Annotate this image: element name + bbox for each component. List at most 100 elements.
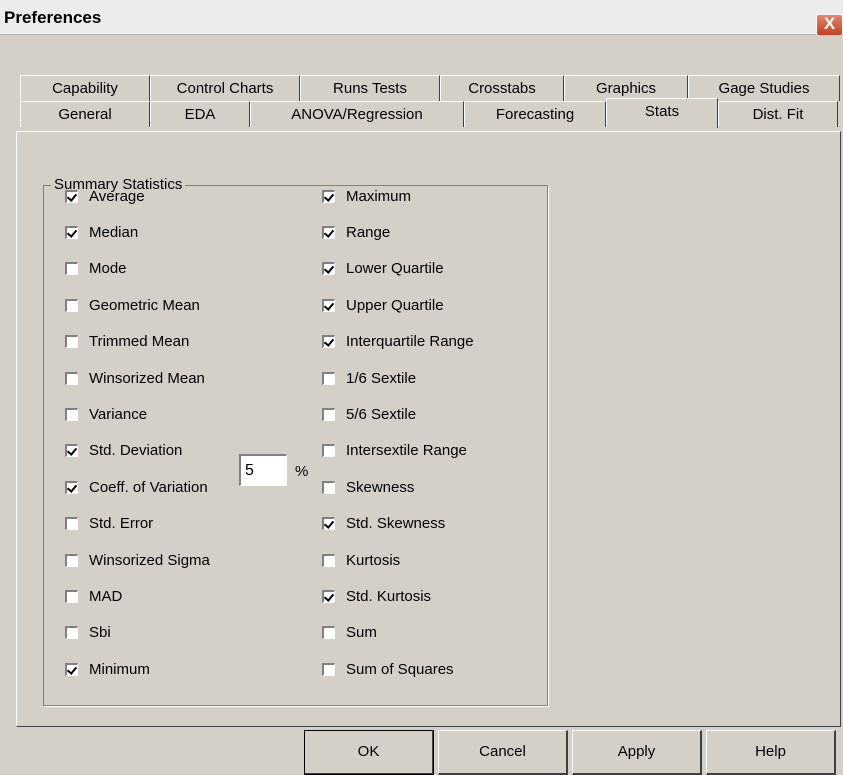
close-icon: X bbox=[823, 14, 836, 33]
checkbox-mad[interactable] bbox=[65, 589, 78, 603]
checkbox-row-winsorized-sigma[interactable]: Winsorized Sigma bbox=[65, 550, 210, 570]
checkbox-label: Average bbox=[89, 187, 145, 205]
ok-button[interactable]: OK bbox=[304, 730, 434, 775]
checkbox-variance[interactable] bbox=[65, 407, 78, 421]
checkbox-label: Variance bbox=[89, 405, 148, 423]
checkbox-row-range[interactable]: Range bbox=[322, 222, 390, 242]
checkbox-label: Skewness bbox=[346, 478, 415, 496]
tab-control-charts[interactable]: Control Charts bbox=[150, 75, 300, 101]
checkbox-range[interactable] bbox=[322, 225, 335, 239]
checkbox-row-median[interactable]: Median bbox=[65, 222, 138, 242]
tab-stats[interactable]: Stats bbox=[606, 98, 718, 128]
checkbox-row-sum-of-squares[interactable]: Sum of Squares bbox=[322, 659, 454, 679]
checkbox-row-upper-quartile[interactable]: Upper Quartile bbox=[322, 295, 444, 315]
window-title: Preferences bbox=[4, 8, 102, 27]
tab-anova-regression[interactable]: ANOVA/Regression bbox=[250, 101, 464, 127]
checkbox-label: Geometric Mean bbox=[89, 296, 200, 314]
close-button[interactable]: X bbox=[816, 14, 843, 36]
checkbox-row-winsorized-mean[interactable]: Winsorized Mean bbox=[65, 368, 205, 388]
trimmed-mean-percent-input[interactable] bbox=[239, 454, 287, 486]
checkbox-lower-quartile[interactable] bbox=[322, 262, 335, 276]
checkbox-trimmed-mean[interactable] bbox=[65, 335, 78, 349]
checkbox-mode[interactable] bbox=[65, 262, 78, 276]
checkbox-1-6-sextile[interactable] bbox=[322, 371, 335, 385]
checkbox-label: Upper Quartile bbox=[346, 296, 444, 314]
checkbox-row-intersextile-range[interactable]: Intersextile Range bbox=[322, 441, 467, 461]
apply-button[interactable]: Apply bbox=[572, 730, 702, 775]
help-button[interactable]: Help bbox=[706, 730, 836, 775]
checkbox-coeff-of-variation[interactable] bbox=[65, 480, 78, 494]
checkbox-row-geometric-mean[interactable]: Geometric Mean bbox=[65, 295, 200, 315]
checkbox-geometric-mean[interactable] bbox=[65, 298, 78, 312]
checkbox-row-std-error[interactable]: Std. Error bbox=[65, 514, 153, 534]
checkbox-row-trimmed-mean[interactable]: Trimmed Mean bbox=[65, 332, 189, 352]
checkbox-label: Range bbox=[346, 223, 391, 241]
checkbox-row-std-skewness[interactable]: Std. Skewness bbox=[322, 514, 445, 534]
checkbox-skewness[interactable] bbox=[322, 480, 335, 494]
checkbox-kurtosis[interactable] bbox=[322, 553, 335, 567]
checkbox-row-lower-quartile[interactable]: Lower Quartile bbox=[322, 259, 444, 279]
checkbox-row-std-kurtosis[interactable]: Std. Kurtosis bbox=[322, 586, 431, 606]
checkbox-row-interquartile-range[interactable]: Interquartile Range bbox=[322, 332, 474, 352]
checkbox-row-skewness[interactable]: Skewness bbox=[322, 477, 414, 497]
cancel-button[interactable]: Cancel bbox=[438, 730, 568, 775]
checkbox-label: Maximum bbox=[346, 187, 412, 205]
checkbox-std-error[interactable] bbox=[65, 517, 78, 531]
checkbox-winsorized-sigma[interactable] bbox=[65, 553, 78, 567]
checkbox-row-variance[interactable]: Variance bbox=[65, 404, 147, 424]
checkbox-row-average[interactable]: Average bbox=[65, 186, 145, 206]
checkbox-label: Std. Error bbox=[89, 515, 154, 533]
checkbox-row-mode[interactable]: Mode bbox=[65, 259, 127, 279]
checkbox-row-1-6-sextile[interactable]: 1/6 Sextile bbox=[322, 368, 416, 388]
tab-forecasting[interactable]: Forecasting bbox=[464, 101, 606, 127]
checkbox-label: Winsorized Mean bbox=[89, 369, 205, 387]
checkbox-winsorized-mean[interactable] bbox=[65, 371, 78, 385]
checkbox-label: Std. Skewness bbox=[346, 515, 446, 533]
checkbox-intersextile-range[interactable] bbox=[322, 444, 335, 458]
checkbox-sum[interactable] bbox=[322, 626, 335, 640]
checkbox-sum-of-squares[interactable] bbox=[322, 662, 335, 676]
checkbox-row-coeff-of-variation[interactable]: Coeff. of Variation bbox=[65, 477, 208, 497]
checkbox-minimum[interactable] bbox=[65, 662, 78, 676]
checkbox-row-minimum[interactable]: Minimum bbox=[65, 659, 150, 679]
dialog-client-area: Capability Control Charts Runs Tests Crosst… bbox=[0, 35, 843, 775]
checkbox-row-mad[interactable]: MAD bbox=[65, 586, 122, 606]
checkbox-label: 5/6 Sextile bbox=[346, 405, 417, 423]
checkbox-row-std-deviation[interactable]: Std. Deviation bbox=[65, 441, 182, 461]
checkbox-row-sum[interactable]: Sum bbox=[322, 623, 377, 643]
title-bar: Preferences X bbox=[0, 0, 843, 36]
checkbox-median[interactable] bbox=[65, 225, 78, 239]
tab-general[interactable]: General bbox=[20, 101, 150, 127]
checkbox-sbi[interactable] bbox=[65, 626, 78, 640]
checkbox-std-kurtosis[interactable] bbox=[322, 589, 335, 603]
checkbox-std-skewness[interactable] bbox=[322, 517, 335, 531]
stats-tab-panel: Summary Statistics Average Median Mode Geom… bbox=[16, 131, 841, 727]
checkbox-label: Median bbox=[89, 223, 139, 241]
percent-label: % bbox=[295, 463, 309, 480]
tab-crosstabs[interactable]: Crosstabs bbox=[440, 75, 564, 101]
checkbox-label: Mode bbox=[89, 260, 127, 278]
checkbox-label: Coeff. of Variation bbox=[89, 478, 208, 496]
checkbox-row-5-6-sextile[interactable]: 5/6 Sextile bbox=[322, 404, 416, 424]
tab-capability[interactable]: Capability bbox=[20, 75, 150, 101]
checkbox-label: Std. Kurtosis bbox=[346, 587, 432, 605]
checkbox-row-kurtosis[interactable]: Kurtosis bbox=[322, 550, 400, 570]
checkbox-interquartile-range[interactable] bbox=[322, 335, 335, 349]
checkbox-label: Sum of Squares bbox=[346, 660, 454, 678]
tab-dist-fit[interactable]: Dist. Fit bbox=[718, 101, 838, 127]
tab-runs-tests[interactable]: Runs Tests bbox=[300, 75, 440, 101]
checkbox-maximum[interactable] bbox=[322, 189, 335, 203]
checkbox-row-maximum[interactable]: Maximum bbox=[322, 186, 411, 206]
checkbox-label: Trimmed Mean bbox=[89, 333, 190, 351]
checkbox-label: Minimum bbox=[89, 660, 150, 678]
checkbox-5-6-sextile[interactable] bbox=[322, 407, 335, 421]
checkbox-label: Winsorized Sigma bbox=[89, 551, 210, 569]
checkbox-label: Lower Quartile bbox=[346, 260, 444, 278]
checkbox-upper-quartile[interactable] bbox=[322, 298, 335, 312]
checkbox-row-sbi[interactable]: Sbi bbox=[65, 623, 111, 643]
checkbox-average[interactable] bbox=[65, 189, 78, 203]
checkbox-label: Intersextile Range bbox=[346, 442, 467, 460]
checkbox-label: Interquartile Range bbox=[346, 333, 474, 351]
checkbox-std-deviation[interactable] bbox=[65, 444, 78, 458]
tab-eda[interactable]: EDA bbox=[150, 101, 250, 127]
